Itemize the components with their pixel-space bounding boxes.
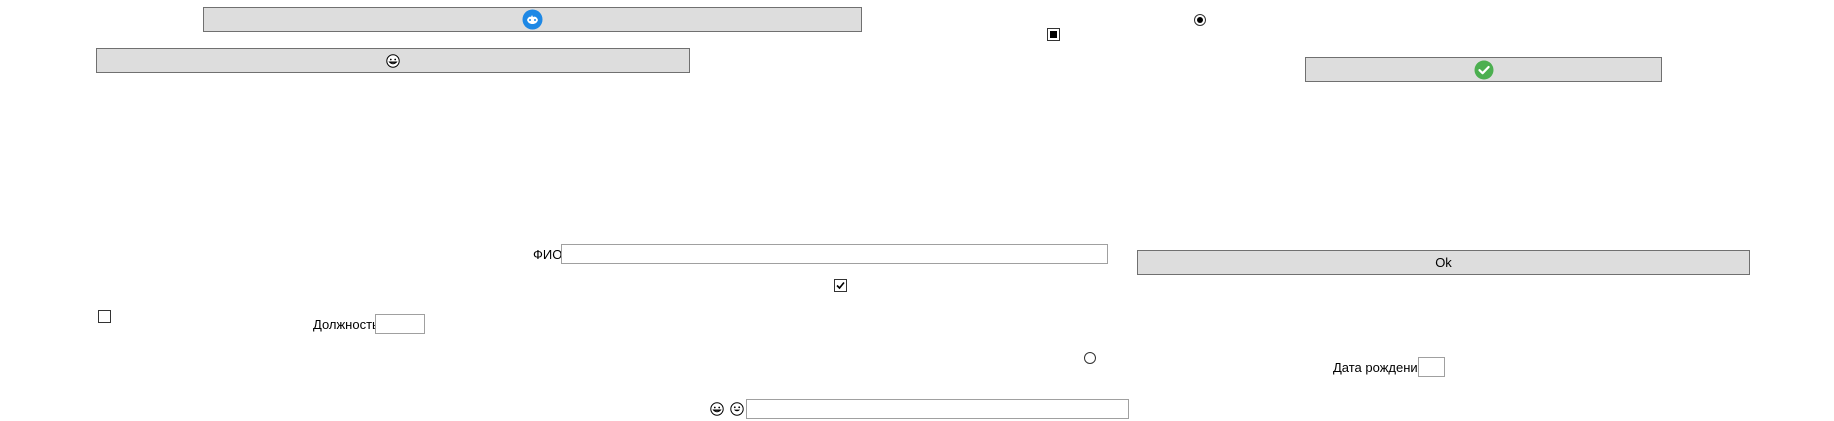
checkbox-middle[interactable] bbox=[834, 279, 847, 292]
fio-label: ФИО bbox=[533, 247, 563, 262]
grinning-face-icon bbox=[386, 53, 400, 68]
position-label: Должность bbox=[313, 317, 379, 332]
radio-top[interactable] bbox=[1194, 14, 1206, 26]
emoji-text-input[interactable] bbox=[746, 399, 1129, 419]
ok-button-label: Ok bbox=[1435, 255, 1452, 270]
checkbox-left[interactable] bbox=[98, 310, 111, 323]
smiley-icon-button[interactable] bbox=[96, 48, 690, 73]
indeterminate-mark bbox=[1050, 31, 1057, 38]
green-check-button[interactable] bbox=[1305, 57, 1662, 82]
checkbox-top[interactable] bbox=[1047, 28, 1060, 41]
radio-bottom[interactable] bbox=[1084, 352, 1096, 364]
fio-input[interactable] bbox=[561, 244, 1108, 264]
blue-circle-badge-icon bbox=[522, 9, 543, 30]
grinning-face-icon bbox=[710, 402, 724, 416]
checkmark-icon bbox=[836, 281, 845, 290]
ok-button[interactable]: Ok bbox=[1137, 250, 1750, 275]
position-input[interactable] bbox=[375, 314, 425, 334]
smiling-face-icon bbox=[730, 402, 744, 416]
birthdate-label: Дата рождения bbox=[1333, 360, 1425, 375]
radio-dot bbox=[1197, 17, 1203, 23]
birthdate-input[interactable] bbox=[1418, 357, 1445, 377]
blue-icon-button[interactable] bbox=[203, 7, 862, 32]
green-check-circle-icon bbox=[1474, 60, 1493, 79]
